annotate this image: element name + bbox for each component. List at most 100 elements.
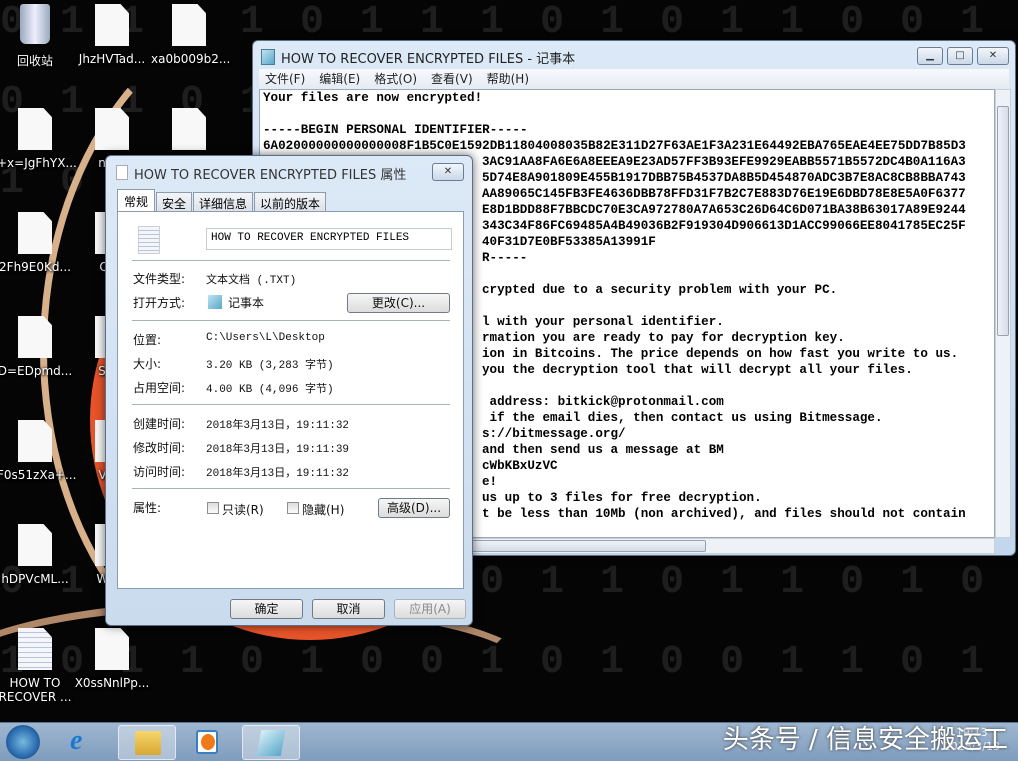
desktop-icon[interactable]: +x=JgFhYX... — [0, 108, 77, 170]
notepad-icon — [208, 295, 222, 309]
file-icon — [95, 108, 129, 150]
desktop-icon[interactable]: 2Fh9E0Kd... — [0, 212, 73, 274]
dialog-title: HOW TO RECOVER ENCRYPTED FILES 属性 — [134, 168, 407, 183]
text-line: 6A02000000000000008F1B5C0E1592DB11804008… — [263, 139, 966, 153]
notepad-taskbar-button[interactable] — [242, 725, 300, 760]
explorer-taskbar-button[interactable] — [118, 725, 176, 760]
recycle-bin-icon — [20, 4, 50, 44]
desktop-icon-label: 2Fh9E0Kd... — [0, 260, 71, 274]
attributes-label: 属性: — [133, 501, 162, 515]
apply-button[interactable]: 应用(A) — [394, 599, 466, 619]
notepad-icon — [261, 49, 275, 65]
file-icon — [18, 420, 52, 462]
desktop-icon-label: D=EDpmd... — [0, 364, 73, 378]
desktop-icon[interactable]: X0ssNnlPp... — [74, 628, 150, 690]
open-with-label: 打开方式: — [133, 296, 186, 310]
separator — [132, 260, 450, 261]
desktop-icon-label: JhzHVTad... — [78, 52, 146, 66]
desktop-icon[interactable]: HOW TO RECOVER ... — [0, 628, 73, 704]
desktop-icon-label: HOW TO RECOVER ... — [0, 676, 72, 704]
media-player-taskbar-button[interactable] — [178, 725, 236, 760]
tab-security[interactable]: 安全 — [156, 192, 193, 211]
desktop-icon[interactable]: xa0b009b2... — [151, 4, 231, 66]
change-button[interactable]: 更改(C)... — [347, 293, 450, 313]
properties-dialog[interactable]: HOW TO RECOVER ENCRYPTED FILES 属性 ✕ 常规 安… — [105, 155, 473, 626]
hidden-label[interactable]: 隐藏(H) — [302, 501, 344, 518]
menu-view[interactable]: 查看(V) — [431, 69, 473, 89]
size-label: 大小: — [133, 357, 162, 371]
accessed-label: 访问时间: — [133, 465, 186, 479]
text-file-icon — [138, 226, 160, 254]
text-line: -----BEGIN PERSONAL IDENTIFIER----- — [263, 123, 528, 137]
filename-input[interactable]: HOW TO RECOVER ENCRYPTED FILES — [206, 228, 452, 250]
tab-general[interactable]: 常规 — [117, 189, 156, 211]
desktop-icon-label: +x=JgFhYX... — [0, 156, 77, 170]
file-icon — [95, 628, 129, 670]
menu-edit[interactable]: 编辑(E) — [319, 69, 360, 89]
desktop-icon[interactable]: F0s51zXa+... — [0, 420, 77, 482]
ie-taskbar-button[interactable]: e — [56, 725, 114, 760]
text-line — [260, 106, 994, 122]
desktop-icon-label: xa0b009b2... — [151, 52, 231, 66]
desktop-icon-label: F0s51zXa+... — [0, 468, 77, 482]
menu-bar: 文件(F) 编辑(E) 格式(O) 查看(V) 帮助(H) — [259, 69, 1009, 89]
advanced-button[interactable]: 高级(D)... — [378, 498, 450, 518]
type-value: 文本文档 (.TXT) — [206, 275, 297, 287]
minimize-button[interactable]: ▁ — [917, 47, 943, 65]
file-icon — [172, 108, 206, 150]
file-icon — [18, 212, 52, 254]
ok-button[interactable]: 确定 — [230, 599, 303, 619]
tab-previous-versions[interactable]: 以前的版本 — [254, 192, 327, 211]
ie-icon: e — [70, 725, 83, 756]
close-button[interactable]: ✕ — [432, 163, 464, 181]
menu-format[interactable]: 格式(O) — [374, 69, 417, 89]
vertical-scrollbar[interactable] — [995, 89, 1011, 538]
menu-help[interactable]: 帮助(H) — [487, 69, 529, 89]
notepad-icon — [256, 730, 286, 756]
modified-value: 2018年3月13日，19:11:39 — [206, 444, 350, 456]
general-panel: HOW TO RECOVER ENCRYPTED FILES 文件类型: 文本文… — [117, 211, 464, 589]
file-icon — [95, 4, 129, 46]
file-icon — [18, 108, 52, 150]
desktop-icon[interactable]: JhzHVTad... — [74, 4, 150, 66]
separator — [132, 320, 450, 321]
desktop-icon-label: hDPVcML... — [1, 572, 69, 586]
start-button[interactable] — [6, 725, 40, 759]
close-button[interactable]: ✕ — [977, 47, 1009, 65]
accessed-value: 2018年3月13日，19:11:32 — [206, 468, 350, 480]
watermark: 头条号 / 信息安全搬运工 — [722, 725, 1008, 755]
location-value: C:\Users\L\Desktop — [206, 332, 325, 344]
desktop-icon-label: X0ssNnlPp... — [74, 676, 150, 690]
file-icon — [172, 4, 206, 46]
readonly-checkbox[interactable] — [207, 502, 219, 514]
size-value: 3.20 KB (3,283 字节) — [206, 360, 334, 372]
cancel-button[interactable]: 取消 — [312, 599, 385, 619]
separator — [132, 488, 450, 489]
file-icon — [18, 316, 52, 358]
window-title: HOW TO RECOVER ENCRYPTED FILES - 记事本 — [281, 52, 576, 67]
readonly-label[interactable]: 只读(R) — [222, 501, 264, 518]
hidden-checkbox[interactable] — [287, 502, 299, 514]
created-label: 创建时间: — [133, 417, 186, 431]
maximize-button[interactable]: □ — [947, 47, 973, 65]
file-icon — [18, 524, 52, 566]
desktop-icon[interactable] — [151, 108, 227, 156]
folder-icon — [135, 731, 161, 755]
disk-size-label: 占用空间: — [133, 381, 186, 395]
media-player-icon — [196, 730, 218, 754]
desktop-icon[interactable]: 回收站 — [0, 4, 73, 69]
scroll-thumb[interactable] — [997, 106, 1009, 336]
file-icon — [18, 628, 52, 670]
tab-details[interactable]: 详细信息 — [193, 192, 254, 211]
desktop-icon[interactable]: hDPVcML... — [0, 524, 73, 586]
type-label: 文件类型: — [133, 272, 186, 286]
separator — [132, 404, 450, 405]
text-line: Your files are now encrypted! — [263, 91, 483, 105]
created-value: 2018年3月13日，19:11:32 — [206, 420, 350, 432]
desktop-icon-label: 回收站 — [16, 54, 53, 68]
modified-label: 修改时间: — [133, 441, 186, 455]
open-with-value: 记事本 — [228, 296, 265, 310]
desktop-icon[interactable]: D=EDpmd... — [0, 316, 73, 378]
menu-file[interactable]: 文件(F) — [265, 69, 305, 89]
location-label: 位置: — [133, 333, 162, 347]
